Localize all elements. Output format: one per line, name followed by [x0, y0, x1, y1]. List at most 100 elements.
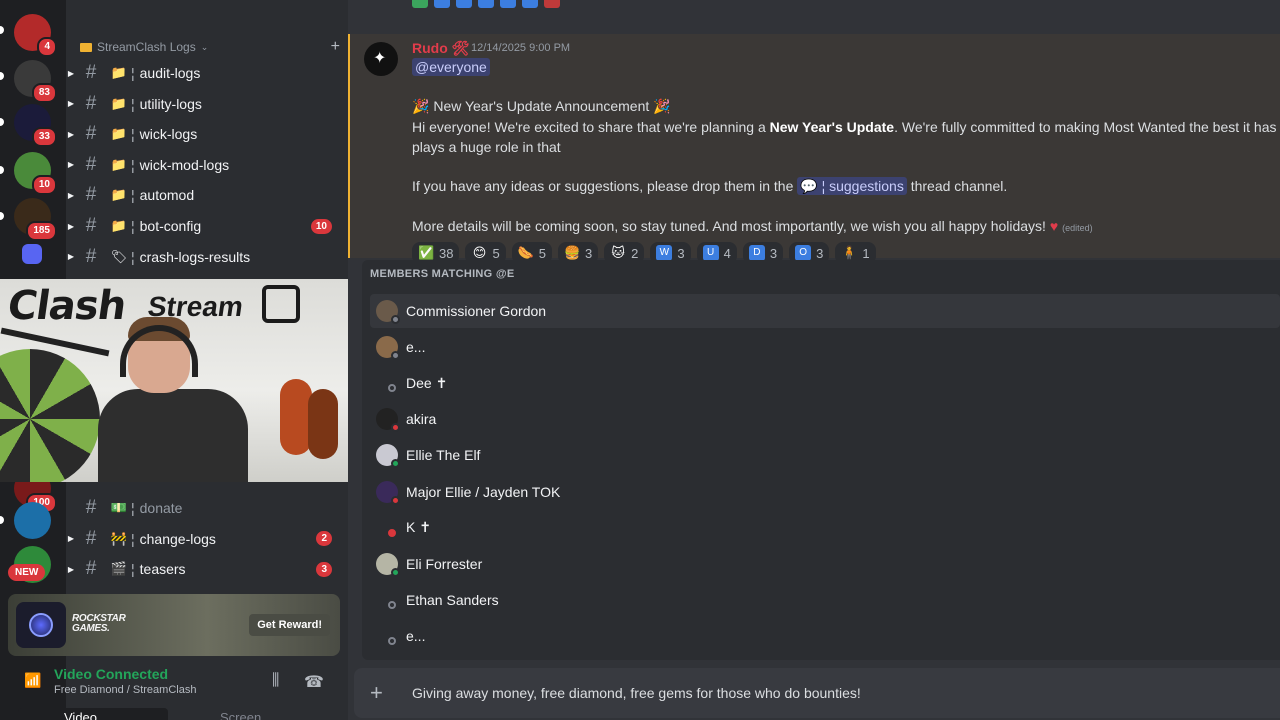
member-name: Eli Forrester [406, 555, 483, 572]
heart-icon: ♥ [1049, 218, 1059, 234]
mention-autocomplete: MEMBERS MATCHING @E Commissioner Gordon e… [362, 260, 1280, 660]
member-avatar-placeholder [376, 625, 398, 647]
screen-button[interactable]: Screen [220, 710, 261, 720]
quest-promo-card[interactable]: ROCKSTAR GAMES. Get Reward! [8, 594, 340, 656]
channel-utility-logs[interactable]: ▶ # 📁 ¦ utility-logs [66, 90, 348, 118]
member-option[interactable]: Major Ellie / Jayden TOK [370, 475, 1280, 509]
member-option[interactable]: akira [370, 402, 1280, 436]
get-reward-button[interactable]: Get Reward! [249, 614, 330, 636]
channel-automod[interactable]: ▶ # 📁 ¦ automod [66, 181, 348, 209]
reaction-icon[interactable] [434, 0, 450, 8]
author-avatar[interactable] [364, 42, 398, 76]
status-indicator [391, 423, 400, 433]
crown-icon [262, 285, 300, 323]
channel-emoji: 📁 [110, 126, 128, 142]
member-option[interactable]: e... [370, 619, 1280, 653]
message-heading: 🎉 New Year's Update Announcement 🎉 [412, 98, 671, 114]
server-icon[interactable]: 33 [14, 104, 57, 147]
member-option[interactable]: Commissioner Gordon [370, 294, 1280, 328]
mention-count: 10 [310, 218, 332, 234]
unread-pill [0, 166, 4, 174]
channel-name: audit-logs [139, 65, 201, 81]
member-avatar [376, 300, 400, 324]
everyone-mention[interactable]: @everyone [412, 58, 490, 76]
channel-change-logs[interactable]: ▶ # 🚧 ¦ change-logs 2 [66, 525, 348, 553]
channel-bot-config[interactable]: ▶ # 📁 ¦ bot-config 10 [66, 212, 348, 240]
prev-reactions [412, 0, 560, 8]
edited-label: (edited) [1062, 223, 1093, 233]
channel-teasers[interactable]: ▶ # 🎬 ¦ teasers 3 [66, 555, 348, 583]
text: If you have any ideas or suggestions, pl… [412, 178, 794, 194]
reaction-count: 1 [862, 245, 870, 261]
hash-icon: # [85, 62, 97, 83]
folder-icon[interactable] [22, 244, 42, 264]
server-icon[interactable]: 185 [14, 198, 57, 241]
reaction-icon[interactable] [500, 0, 516, 8]
voice-status[interactable]: Video Connected [54, 666, 168, 682]
reaction-icon[interactable] [412, 0, 428, 8]
hash-icon: # [85, 527, 97, 549]
status-indicator [391, 495, 400, 505]
noise-suppression-icon[interactable]: ⫼ [272, 672, 279, 690]
channel-mention[interactable]: 💬 ¦ suggestions [797, 177, 907, 195]
channel-emoji: 📁 [110, 218, 128, 233]
message-line: If you have any ideas or suggestions, pl… [412, 177, 1008, 195]
video-button[interactable]: Video [18, 708, 168, 720]
add-channel-icon[interactable]: + [331, 38, 340, 56]
server-icon-ocean-side[interactable] [14, 502, 51, 539]
author-name[interactable]: Rudo [412, 40, 448, 56]
reaction-icon[interactable] [522, 0, 538, 8]
reaction-icon[interactable] [478, 0, 494, 8]
channel-name: teasers [139, 561, 186, 578]
member-option[interactable]: Ellie The Elf [370, 438, 1280, 472]
member-avatar-placeholder [376, 589, 398, 611]
member-option[interactable]: Dee ✝ [370, 366, 1280, 400]
webcam-overlay: Clash Stream [0, 279, 348, 482]
server-icon[interactable]: 10 [14, 152, 57, 195]
channel-name: bot-config [139, 218, 202, 234]
channel-wick-logs[interactable]: ▶ # 📁 ¦ wick-logs [66, 120, 348, 148]
caret-icon: ▶ [67, 99, 75, 109]
mention-badge: 10 [31, 175, 57, 195]
server-icon[interactable]: 83 [14, 60, 57, 103]
text: More details will be coming soon, so sta… [412, 218, 1046, 234]
brand-line: GAMES. [72, 623, 110, 634]
unread-pill [0, 72, 4, 80]
message-author[interactable]: Rudo 🛠 [412, 40, 469, 57]
text: thread channel. [910, 178, 1008, 194]
channel-emoji: 🏷 [110, 248, 128, 264]
server-icon[interactable]: 4 [14, 14, 57, 57]
mention-badge: 4 [37, 37, 57, 57]
member-option[interactable]: e... [370, 330, 1280, 364]
channel-name: wick-logs [139, 126, 198, 143]
reaction-count: 3 [584, 245, 593, 261]
member-option[interactable]: Ethan Sanders [370, 583, 1280, 617]
channel-crash-logs-results[interactable]: ▶ # 🏷 ¦ crash-logs-results [66, 243, 348, 271]
member-option[interactable]: K ✝ [370, 511, 1280, 545]
mention-badge: 33 [31, 127, 57, 147]
signal-icon[interactable]: 📶 [24, 672, 41, 689]
reaction-icon[interactable] [544, 0, 560, 8]
message-input[interactable]: Giving away money, free diamond, free ge… [412, 685, 861, 701]
chevron-down-icon: ⌄ [200, 41, 209, 52]
reaction-emoji-icon: U [702, 245, 719, 261]
member-option[interactable]: Eli Forrester [370, 547, 1280, 581]
hash-icon: # [85, 558, 97, 580]
folder-icon [80, 42, 92, 52]
channel-audit-logs[interactable]: ▶ # 📁 ¦ audit-logs [66, 59, 348, 87]
channel-mention-name[interactable]: suggestions [829, 178, 904, 194]
category-header[interactable]: StreamClash Logs ⌄ + [80, 38, 340, 56]
reaction-count: 2 [631, 245, 639, 261]
hash-icon: # [85, 184, 97, 206]
attach-button[interactable]: + [370, 680, 383, 706]
separator: ¦ [131, 126, 135, 143]
member-name: Ellie The Elf [406, 447, 481, 464]
reaction-count: 3 [816, 245, 824, 261]
channel-donate[interactable]: # 💵 ¦ donate [66, 494, 348, 522]
reaction-icon[interactable] [456, 0, 472, 8]
mention-badge: 83 [31, 83, 57, 103]
channel-wick-mod-logs[interactable]: ▶ # 📁 ¦ wick-mod-logs [66, 151, 348, 179]
channel-name: donate [139, 500, 183, 516]
disconnect-icon[interactable]: ☎ [304, 672, 324, 692]
voice-channel[interactable]: Free Diamond / StreamClash [54, 684, 196, 696]
